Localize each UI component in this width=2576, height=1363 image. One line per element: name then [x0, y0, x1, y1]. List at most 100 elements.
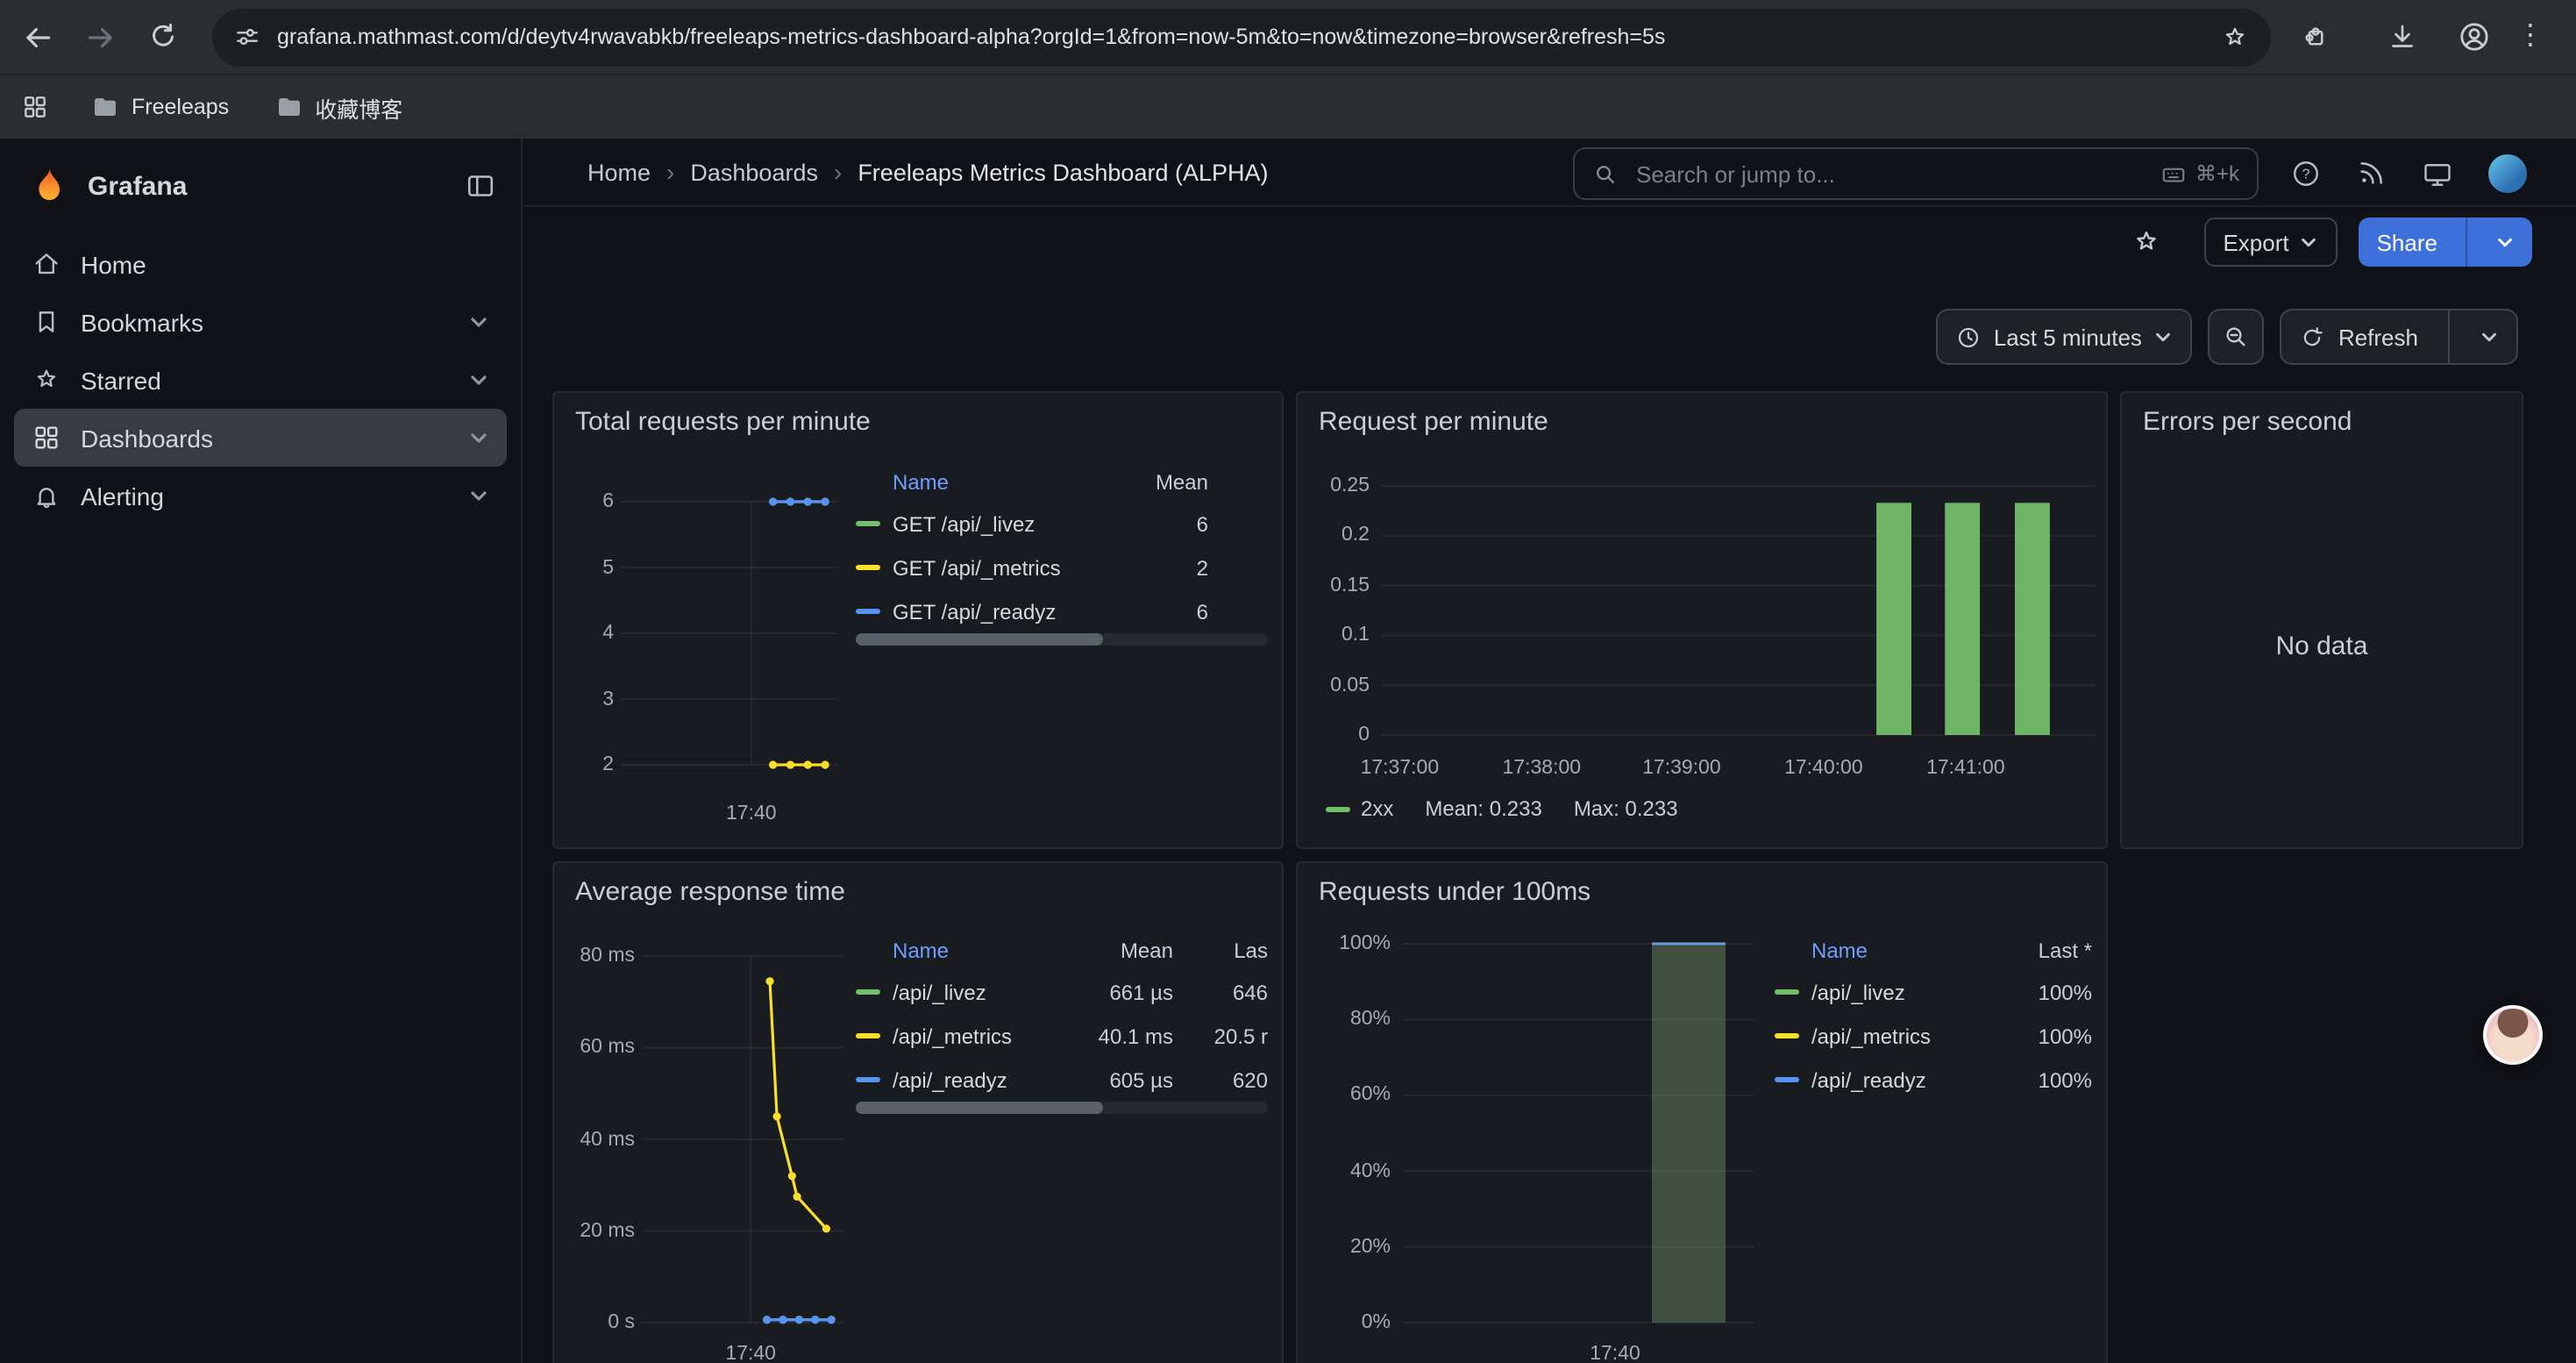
site-info-icon[interactable] — [233, 23, 261, 51]
browser-window: grafana.mathmast.com/d/deytv4rwavabkb/fr… — [0, 0, 2576, 1363]
series-color-swatch — [1775, 1077, 1799, 1082]
legend-scrollbar[interactable] — [856, 633, 1268, 646]
url-bar[interactable]: grafana.mathmast.com/d/deytv4rwavabkb/fr… — [212, 8, 2271, 66]
extensions-icon[interactable] — [2299, 21, 2330, 53]
chevron-down-icon[interactable] — [468, 369, 489, 390]
profile-icon[interactable] — [2457, 19, 2492, 54]
legend-series[interactable]: /api/_livez — [1775, 970, 1980, 1014]
sidebar-item-label: Starred — [81, 366, 449, 394]
download-icon[interactable] — [2387, 21, 2418, 53]
legend-table: Name Last * /api/_livez 100% /api/_metri… — [1775, 931, 2092, 1102]
bookmark-item[interactable]: Freeleaps — [74, 86, 246, 128]
apps-grid-icon[interactable] — [21, 93, 49, 121]
legend-col-name[interactable]: Name — [1775, 931, 1980, 970]
folder-icon — [91, 93, 119, 121]
sidebar-item-bookmarks[interactable]: Bookmarks — [14, 293, 507, 351]
share-label[interactable]: Share — [2359, 218, 2455, 267]
legend-series[interactable]: GET /api/_readyz — [856, 589, 1103, 633]
scrollbar-thumb[interactable] — [856, 633, 1103, 646]
legend-col-mean[interactable]: Mean — [1064, 931, 1173, 970]
legend-series[interactable]: /api/_metrics — [1775, 1014, 1980, 1058]
chevron-down-icon[interactable] — [468, 427, 489, 448]
share-button[interactable]: Share — [2359, 218, 2532, 267]
bookmarks-bar: Freeleaps 收藏博客 — [0, 74, 2576, 139]
topnav-icons: ? — [2290, 139, 2527, 207]
panel-total-requests-per-minute: Total requests per minute 65432 17:40 Na… — [552, 391, 1284, 849]
dock-menu-icon[interactable] — [465, 170, 496, 202]
refresh-interval-chevron-icon[interactable] — [2462, 310, 2516, 363]
sidebar-item-alerting[interactable]: Alerting — [14, 467, 507, 525]
rss-icon[interactable] — [2357, 158, 2387, 188]
legend-scrollbar[interactable] — [856, 1102, 1268, 1114]
search-input[interactable] — [1633, 159, 2146, 189]
reload-button[interactable] — [137, 11, 189, 63]
legend-series-label[interactable]: 2xx — [1361, 796, 1393, 821]
sidebar-item-starred[interactable]: Starred — [14, 351, 507, 409]
legend-col-last[interactable]: Last * — [1980, 931, 2092, 970]
search-box[interactable]: ⌘+k — [1573, 147, 2259, 200]
chevron-down-icon[interactable] — [468, 485, 489, 506]
time-range-label: Last 5 minutes — [1994, 324, 2142, 350]
bookmark-star-icon[interactable] — [2220, 22, 2250, 52]
panel-title[interactable]: Total requests per minute — [575, 407, 871, 437]
legend-col-name[interactable]: Name — [856, 931, 1064, 970]
chart-plot[interactable] — [1403, 931, 1754, 1335]
panel-title[interactable]: Average response time — [575, 877, 845, 907]
user-avatar[interactable] — [2488, 153, 2527, 192]
y-axis-labels: 65432 — [568, 489, 614, 777]
legend-series[interactable]: /api/_readyz — [856, 1058, 1064, 1102]
floating-avatar[interactable] — [2483, 1005, 2543, 1065]
refresh-button[interactable]: Refresh — [2281, 309, 2518, 365]
chevron-down-icon[interactable] — [468, 311, 489, 332]
sidebar-item-home[interactable]: Home — [14, 235, 507, 293]
help-icon[interactable]: ? — [2290, 157, 2322, 189]
sidebar-item-dashboards[interactable]: Dashboards — [14, 409, 507, 467]
time-controls: Last 5 minutes Refresh — [1936, 309, 2518, 365]
chart-plot[interactable] — [1382, 474, 2096, 747]
chart-plot[interactable] — [621, 489, 838, 777]
scrollbar-thumb[interactable] — [856, 1102, 1103, 1114]
breadcrumb-dashboards[interactable]: Dashboards — [690, 159, 818, 185]
panel-title[interactable]: Errors per second — [2143, 407, 2352, 437]
legend-series[interactable]: /api/_metrics — [856, 1014, 1064, 1058]
brand-row: Grafana — [0, 154, 521, 218]
y-axis-labels: 100%80%60%40%20%0% — [1312, 931, 1391, 1335]
panel-title[interactable]: Request per minute — [1319, 407, 1548, 437]
sidebar-item-label: Alerting — [81, 482, 449, 510]
time-range-picker[interactable]: Last 5 minutes — [1936, 309, 2193, 365]
browser-menu-icon[interactable]: ⋮ — [2516, 23, 2544, 51]
chart-plot[interactable] — [642, 944, 843, 1335]
svg-text:?: ? — [2302, 166, 2310, 181]
bookmark-icon — [32, 307, 61, 337]
x-axis-labels: 17:37:0017:38:0017:39:0017:40:0017:41:00 — [1382, 758, 2096, 782]
dashboards-grid-icon — [32, 423, 61, 453]
monitor-icon[interactable] — [2422, 157, 2453, 189]
share-menu-chevron-icon[interactable] — [2478, 218, 2532, 267]
zoom-out-icon — [2223, 323, 2251, 351]
legend-mean: Mean: 0.233 — [1425, 796, 1541, 821]
legend-value: 6 — [1103, 589, 1268, 633]
export-button[interactable]: Export — [2203, 218, 2338, 267]
legend-col-mean[interactable]: Mean — [1103, 463, 1268, 502]
legend-col-last[interactable]: Las — [1173, 931, 1268, 970]
legend-series[interactable]: /api/_livez — [856, 970, 1064, 1014]
legend-col-name[interactable]: Name — [856, 463, 1103, 502]
legend-value: 100% — [1980, 1058, 2092, 1102]
legend-row[interactable]: 2xx Mean: 0.233 Max: 0.233 — [1326, 796, 1678, 821]
bookmark-item[interactable]: 收藏博客 — [257, 83, 420, 131]
grafana-logo-icon[interactable] — [28, 165, 70, 207]
legend-series[interactable]: /api/_readyz — [1775, 1058, 1980, 1102]
favorite-star-icon[interactable] — [2130, 226, 2161, 258]
breadcrumb-home[interactable]: Home — [587, 159, 651, 185]
back-icon — [20, 20, 53, 54]
search-icon — [1592, 161, 1619, 187]
refresh-icon — [2300, 324, 2326, 350]
legend-series[interactable]: GET /api/_metrics — [856, 546, 1103, 589]
panel-title[interactable]: Requests under 100ms — [1319, 877, 1590, 907]
legend-series[interactable]: GET /api/_livez — [856, 502, 1103, 546]
back-button[interactable] — [11, 11, 63, 63]
refresh-main[interactable]: Refresh — [2282, 310, 2436, 363]
url-text[interactable]: grafana.mathmast.com/d/deytv4rwavabkb/fr… — [277, 25, 2206, 49]
zoom-out-button[interactable] — [2209, 309, 2265, 365]
forward-button[interactable] — [74, 11, 126, 63]
